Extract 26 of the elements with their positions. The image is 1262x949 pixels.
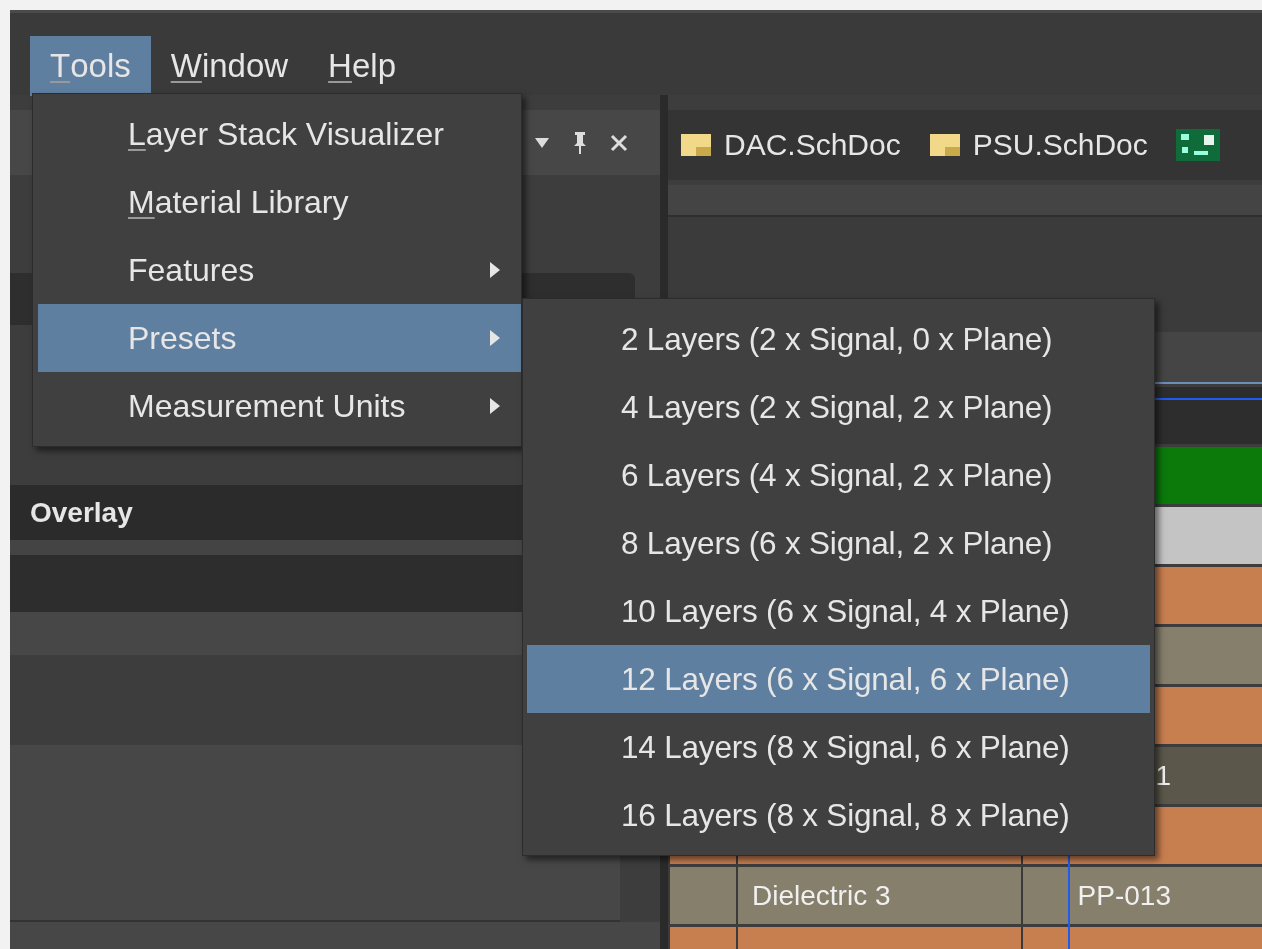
submenu-arrow-icon: [489, 397, 501, 415]
menu-item[interactable]: 2 Layers (2 x Signal, 0 x Plane): [527, 305, 1150, 373]
menu-item[interactable]: Measurement Units: [38, 372, 521, 440]
pin-icon[interactable]: [572, 130, 588, 155]
menu-item[interactable]: 4 Layers (2 x Signal, 2 x Plane): [527, 373, 1150, 441]
document-icon: [928, 133, 961, 157]
table-cell: 1: [1155, 759, 1171, 792]
table-cell: Dielectric 3: [752, 879, 891, 912]
close-icon[interactable]: [610, 133, 628, 152]
menu-item[interactable]: Help: [308, 36, 416, 96]
menu-item[interactable]: Features: [38, 236, 521, 304]
dropdown-icon[interactable]: [534, 136, 550, 149]
layer-row[interactable]: Dielectric 3 PP-013: [668, 867, 1262, 924]
menu-item[interactable]: Material Library: [38, 168, 521, 236]
menu-item[interactable]: Window: [150, 36, 309, 96]
document-icon: [680, 133, 712, 157]
pcb-icon: [1175, 129, 1220, 161]
document-tab[interactable]: PSU.SchDoc: [928, 128, 1148, 162]
document-tab[interactable]: DAC.SchDoc: [680, 128, 901, 162]
menu-item[interactable]: 16 Layers (8 x Signal, 8 x Plane): [527, 781, 1150, 849]
submenu-arrow-icon: [489, 261, 501, 279]
menu-item[interactable]: Layer Stack Visualizer: [38, 100, 521, 168]
submenu-arrow-icon: [489, 329, 501, 347]
menu-item[interactable]: 14 Layers (8 x Signal, 6 x Plane): [527, 713, 1150, 781]
menu-item[interactable]: 10 Layers (6 x Signal, 4 x Plane): [527, 577, 1150, 645]
table-cell: PP-013: [1077, 879, 1171, 912]
